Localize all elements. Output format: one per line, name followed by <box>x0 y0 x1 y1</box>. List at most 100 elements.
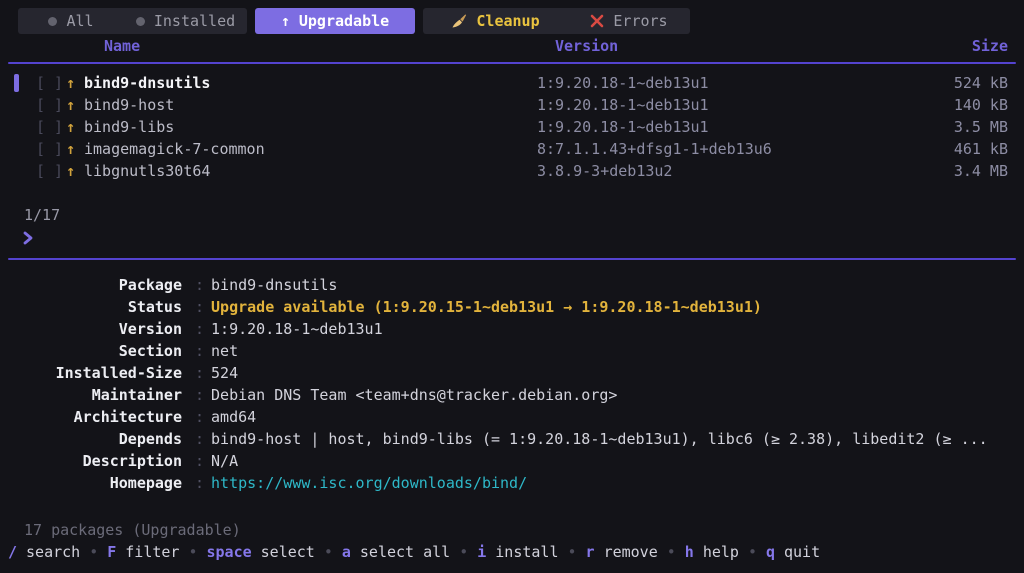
detail-label: Version <box>0 318 182 340</box>
checkbox[interactable]: [ ] <box>36 94 63 116</box>
colon-separator: : <box>195 450 204 472</box>
tab-group-left: All Installed <box>18 8 247 34</box>
colon-separator: : <box>195 384 204 406</box>
column-header-size: Size <box>972 35 1008 57</box>
tab-upgradable[interactable]: ↑ Upgradable <box>255 8 415 34</box>
keybind-install: iinstall <box>477 541 558 563</box>
error-cross-icon <box>590 14 604 28</box>
tab-errors[interactable]: Errors <box>568 8 690 34</box>
upgrade-arrow-icon: ↑ <box>66 160 75 182</box>
detail-label: Package <box>0 274 182 296</box>
tab-installed[interactable]: Installed <box>124 8 247 34</box>
detail-row-version: Version:1:9.20.18-1~deb13u1 <box>0 318 1024 340</box>
colon-separator: : <box>195 318 204 340</box>
detail-value: 524 <box>211 362 238 384</box>
column-header-version: Version <box>555 35 618 57</box>
package-size: 461 kB <box>954 138 1008 160</box>
up-arrow-icon: ↑ <box>281 10 290 32</box>
detail-label: Homepage <box>0 472 182 494</box>
detail-value: net <box>211 340 238 362</box>
keybind-remove: rremove <box>586 541 658 563</box>
keybind-action: remove <box>604 541 658 563</box>
keybind-quit: qquit <box>766 541 820 563</box>
upgrade-arrow-icon: ↑ <box>66 94 75 116</box>
detail-value: bind9-host | host, bind9-libs (= 1:9.20.… <box>211 428 988 450</box>
keybind-search: / search <box>8 541 80 563</box>
detail-label: Description <box>0 450 182 472</box>
keybind-key: F <box>107 541 116 563</box>
checkbox[interactable]: [ ] <box>36 138 63 160</box>
detail-value: amd64 <box>211 406 256 428</box>
package-details-pane: Package: bind9-dnsutils Status: Upgrade av… <box>0 274 1024 494</box>
package-version: 8:7.1.1.43+dfsg1-1+deb13u6 <box>537 138 772 160</box>
bullet-separator: • <box>667 541 676 563</box>
package-size: 3.5 MB <box>954 116 1008 138</box>
bullet-separator: • <box>324 541 333 563</box>
keybind-action: quit <box>784 541 820 563</box>
detail-value-status: Upgrade available (1:9.20.15-1~deb13u1 →… <box>211 296 762 318</box>
brush-icon <box>451 13 467 29</box>
detail-row-installed-size: Installed-Size:524 <box>0 362 1024 384</box>
keybind-key: / <box>8 541 17 563</box>
detail-row-homepage: Homepage:https://www.isc.org/downloads/b… <box>0 472 1024 494</box>
package-version: 3.8.9-3+deb13u2 <box>537 160 672 182</box>
detail-label: Section <box>0 340 182 362</box>
package-version: 1:9.20.18-1~deb13u1 <box>537 72 709 94</box>
column-header-name: Name <box>104 35 140 57</box>
homepage-link[interactable]: https://www.isc.org/downloads/bind/ <box>211 472 527 494</box>
table-row[interactable]: [ ] ↑ bind9-dnsutils 1:9.20.18-1~deb13u1… <box>0 72 1024 94</box>
upgrade-arrow-icon: ↑ <box>66 116 75 138</box>
search-prompt[interactable] <box>22 230 34 250</box>
dot-icon <box>48 17 57 26</box>
colon-separator: : <box>195 296 204 318</box>
tab-all[interactable]: All <box>18 8 124 34</box>
keybind-action: filter <box>125 541 179 563</box>
bullet-separator: • <box>188 541 197 563</box>
table-row[interactable]: [ ] ↑ bind9-libs 1:9.20.18-1~deb13u1 3.5… <box>0 116 1024 138</box>
keybind-action: select all <box>360 541 450 563</box>
keybind-key: a <box>342 541 351 563</box>
keybind-key: r <box>586 541 595 563</box>
checkbox[interactable]: [ ] <box>36 160 63 182</box>
tab-cleanup[interactable]: Cleanup <box>423 8 568 34</box>
table-row[interactable]: [ ] ↑ libgnutls30t64 3.8.9-3+deb13u2 3.4… <box>0 160 1024 182</box>
list-position-indicator: 1/17 <box>24 204 60 226</box>
keybind-help: hhelp <box>685 541 739 563</box>
column-header-row: Name Version Size <box>0 35 1024 57</box>
detail-value: bind9-dnsutils <box>211 274 337 296</box>
keybind-key: space <box>207 541 252 563</box>
detail-label: Status <box>0 296 182 318</box>
selection-cursor-bar <box>14 74 19 92</box>
table-row[interactable]: [ ] ↑ bind9-host 1:9.20.18-1~deb13u1 140… <box>0 94 1024 116</box>
bullet-separator: • <box>459 541 468 563</box>
keybind-filter: Ffilter <box>107 541 179 563</box>
keybind-select-all: a select all <box>342 541 450 563</box>
package-version: 1:9.20.18-1~deb13u1 <box>537 116 709 138</box>
detail-value: Debian DNS Team <team+dns@tracker.debian… <box>211 384 617 406</box>
detail-row-status: Status: Upgrade available (1:9.20.15-1~de… <box>0 296 1024 318</box>
detail-value: 1:9.20.18-1~deb13u1 <box>211 318 383 340</box>
package-name: bind9-host <box>84 94 174 116</box>
upgrade-arrow-icon: ↑ <box>66 138 75 160</box>
checkbox[interactable]: [ ] <box>36 72 63 94</box>
colon-separator: : <box>195 406 204 428</box>
package-list: [ ] ↑ bind9-dnsutils 1:9.20.18-1~deb13u1… <box>0 72 1024 182</box>
detail-row-section: Section: net <box>0 340 1024 362</box>
table-row[interactable]: [ ] ↑ imagemagick-7-common 8:7.1.1.43+df… <box>0 138 1024 160</box>
upgrade-arrow-icon: ↑ <box>66 72 75 94</box>
tab-all-label: All <box>66 10 93 32</box>
tab-upgradable-label: Upgradable <box>299 10 389 32</box>
keybind-key: q <box>766 541 775 563</box>
checkbox[interactable]: [ ] <box>36 116 63 138</box>
keybind-select: space select <box>207 541 315 563</box>
keybind-key: h <box>685 541 694 563</box>
tab-cleanup-label: Cleanup <box>476 10 539 32</box>
colon-separator: : <box>195 340 204 362</box>
detail-row-description: Description:N/A <box>0 450 1024 472</box>
package-size: 3.4 MB <box>954 160 1008 182</box>
detail-label: Architecture <box>0 406 182 428</box>
package-name: bind9-dnsutils <box>84 72 210 94</box>
header-separator <box>8 62 1016 64</box>
keybind-action: search <box>26 541 80 563</box>
keybind-action: select <box>261 541 315 563</box>
